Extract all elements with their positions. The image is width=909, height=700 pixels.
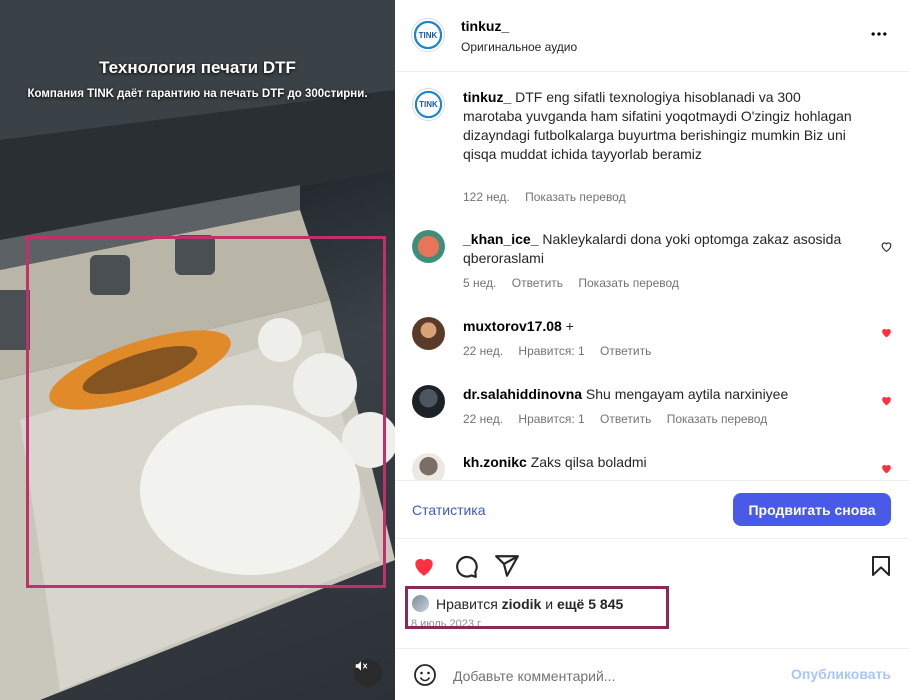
commenter-avatar[interactable]: [412, 453, 445, 480]
comment-meta: 22 нед. Нравится: 1 Ответить: [463, 344, 663, 358]
comment-username[interactable]: _khan_ice_: [463, 231, 539, 247]
insights-bar: Статистика Продвигать снова: [395, 480, 909, 538]
comment-username[interactable]: muxtorov17.08: [463, 318, 562, 334]
caption-body: tinkuz_ DTF eng sifatli texnologiya hiso…: [463, 88, 863, 164]
comment-likes-count[interactable]: Нравится: 1: [518, 412, 584, 426]
post-header: TINK tinkuz_ Оригинальное аудио: [395, 0, 909, 72]
more-horizontal-icon[interactable]: [869, 24, 889, 44]
comment-meta: 5 нед. Ответить Показать перевод: [463, 276, 691, 290]
commenter-avatar[interactable]: [412, 317, 445, 350]
brand-logo-text: TINK: [417, 30, 439, 40]
comment-text: Shu mengayam aytila narxiniyee: [585, 386, 789, 402]
comment-icon[interactable]: [453, 553, 479, 579]
comment-meta: 22 нед. Нравится: 1 Ответить Показать пе…: [463, 412, 779, 426]
video-player[interactable]: Технология печати DTF Компания TINK даёт…: [0, 0, 395, 700]
translate-link[interactable]: Показать перевод: [667, 412, 768, 426]
reply-link[interactable]: Ответить: [600, 412, 651, 426]
commenter-avatar[interactable]: [412, 385, 445, 418]
commenter-avatar[interactable]: [412, 230, 445, 263]
speaker-muted-icon: [355, 661, 368, 671]
statistics-link[interactable]: Статистика: [412, 502, 486, 518]
comment-body: muxtorov17.08 +: [463, 317, 863, 336]
comment-body: _khan_ice_ Nakleykalardi dona yoki optom…: [463, 230, 863, 268]
comment-body: kh.zonikc Zaks qilsa boladmi: [463, 453, 863, 472]
comment-time[interactable]: 22 нед.: [463, 344, 503, 358]
emoji-icon[interactable]: [413, 663, 437, 687]
comment-body: dr.salahiddinovna Shu mengayam aytila na…: [463, 385, 863, 404]
translate-link[interactable]: Показать перевод: [578, 276, 679, 290]
video-subtitle: Компания TINK даёт гарантию на печать DT…: [27, 88, 368, 100]
video-title: Технология печати DTF: [99, 58, 296, 77]
comment-username[interactable]: dr.salahiddinovna: [463, 386, 582, 402]
heart-filled-icon[interactable]: [880, 462, 893, 475]
heart-outline-icon[interactable]: [880, 240, 893, 253]
author-avatar[interactable]: TINK: [411, 18, 445, 52]
annotation-highlight-box: [405, 586, 669, 629]
comment-time[interactable]: 5 нед.: [463, 276, 496, 290]
comment-time[interactable]: 22 нед.: [463, 412, 503, 426]
heart-filled-icon[interactable]: [411, 553, 437, 579]
mute-button[interactable]: [354, 659, 382, 687]
comment-text: Zaks qilsa boladmi: [530, 454, 647, 470]
comment-input[interactable]: [453, 665, 773, 687]
comment-username[interactable]: kh.zonikc: [463, 454, 527, 470]
author-username[interactable]: tinkuz_: [461, 18, 509, 34]
caption-text: DTF eng sifatli texnologiya hisoblanadi …: [463, 89, 852, 162]
caption-avatar[interactable]: TINK: [412, 88, 445, 121]
comment-likes-count[interactable]: Нравится: 1: [518, 344, 584, 358]
caption-meta: 122 нед. Показать перевод: [463, 190, 638, 204]
promote-again-button[interactable]: Продвигать снова: [733, 493, 891, 526]
caption-username[interactable]: tinkuz_: [463, 89, 511, 105]
heart-filled-icon[interactable]: [880, 394, 893, 407]
heart-filled-icon[interactable]: [880, 326, 893, 339]
publish-button[interactable]: Опубликовать: [791, 666, 891, 682]
audio-label[interactable]: Оригинальное аудио: [461, 40, 577, 54]
post-details-panel: TINK tinkuz_ Оригинальное аудио TINK tin…: [395, 0, 909, 700]
post-actions: [395, 538, 909, 588]
add-comment-bar: Опубликовать: [395, 648, 909, 700]
annotation-highlight-box: [26, 236, 386, 588]
bookmark-icon[interactable]: [869, 553, 893, 579]
post-viewer: Технология печати DTF Компания TINK даёт…: [0, 0, 909, 700]
brand-logo-text: TINK: [418, 100, 439, 109]
share-icon[interactable]: [494, 553, 520, 579]
comment-text: +: [565, 318, 574, 334]
caption-time[interactable]: 122 нед.: [463, 190, 510, 204]
comments-list[interactable]: TINK tinkuz_ DTF eng sifatli texnologiya…: [395, 72, 909, 480]
reply-link[interactable]: Ответить: [600, 344, 651, 358]
reply-link[interactable]: Ответить: [512, 276, 563, 290]
translate-link[interactable]: Показать перевод: [525, 190, 626, 204]
